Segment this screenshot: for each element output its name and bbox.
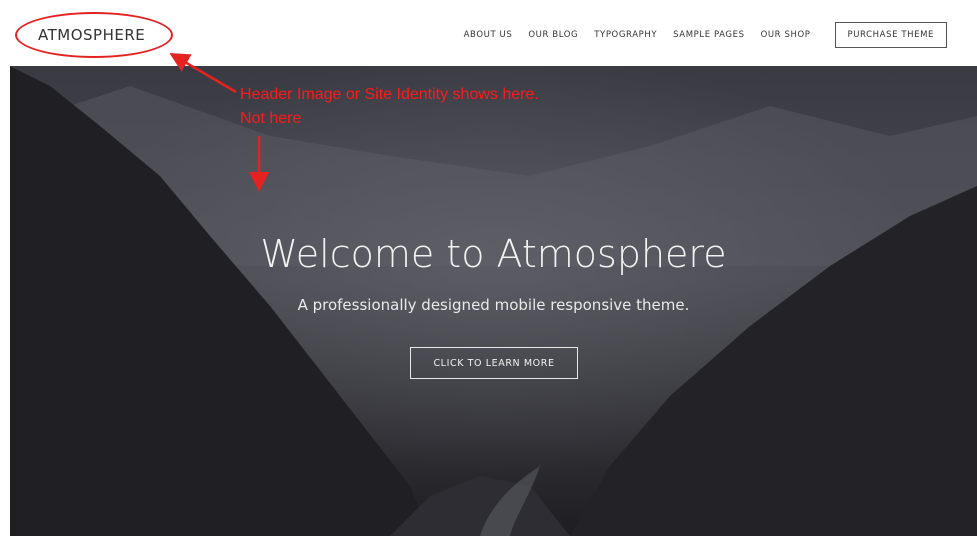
annotation-line2: Not here xyxy=(240,110,302,127)
annotation-line1: Header Image or Site Identity shows here… xyxy=(240,86,539,103)
arrow-to-logo xyxy=(169,52,237,94)
annotation-arrows xyxy=(169,52,269,192)
